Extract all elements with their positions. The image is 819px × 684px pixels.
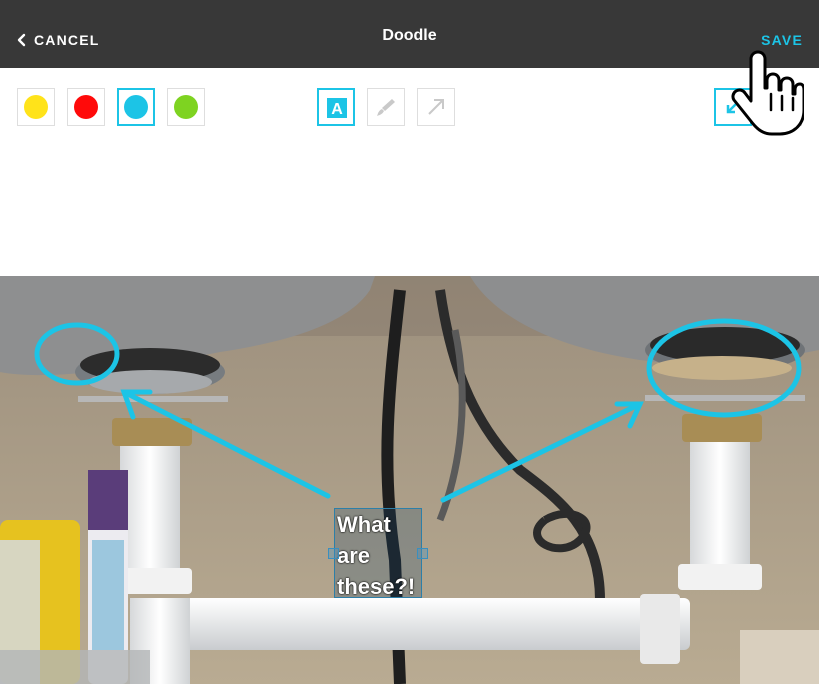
blue-dot-icon — [124, 95, 148, 119]
yellow-dot-icon — [24, 95, 48, 119]
brush-tool-button[interactable] — [367, 88, 405, 126]
save-button[interactable]: SAVE — [761, 32, 803, 48]
text-tool-glyph: A — [331, 101, 343, 118]
annotation-line-2: are — [337, 543, 371, 568]
arrow-icon — [428, 99, 444, 115]
green-dot-icon — [174, 95, 198, 119]
resize-handle-left[interactable] — [328, 548, 339, 559]
text-a-icon: A — [327, 98, 347, 118]
color-swatch-blue[interactable] — [117, 88, 155, 126]
annotation-line-1: What — [337, 512, 391, 537]
red-dot-icon — [74, 95, 98, 119]
brush-icon — [377, 99, 395, 116]
color-swatch-green[interactable] — [167, 88, 205, 126]
cancel-button[interactable]: CANCEL — [16, 30, 100, 50]
doodle-canvas[interactable] — [0, 276, 819, 684]
color-swatch-red[interactable] — [67, 88, 105, 126]
chevron-left-icon — [17, 33, 26, 47]
resize-handle-right[interactable] — [417, 548, 428, 559]
header-bar: CANCEL Doodle SAVE — [0, 0, 819, 68]
color-swatch-yellow[interactable] — [17, 88, 55, 126]
page-title: Doodle — [382, 27, 437, 44]
cancel-label: CANCEL — [34, 32, 100, 48]
sink-photo — [0, 276, 819, 684]
arrow-tool-button[interactable] — [417, 88, 455, 126]
hand-pointer-icon — [731, 50, 804, 136]
annotation-line-3: these?! — [337, 574, 416, 599]
text-tool-button[interactable]: A — [317, 88, 355, 126]
annotation-text-box[interactable]: What are these?! — [334, 508, 422, 599]
